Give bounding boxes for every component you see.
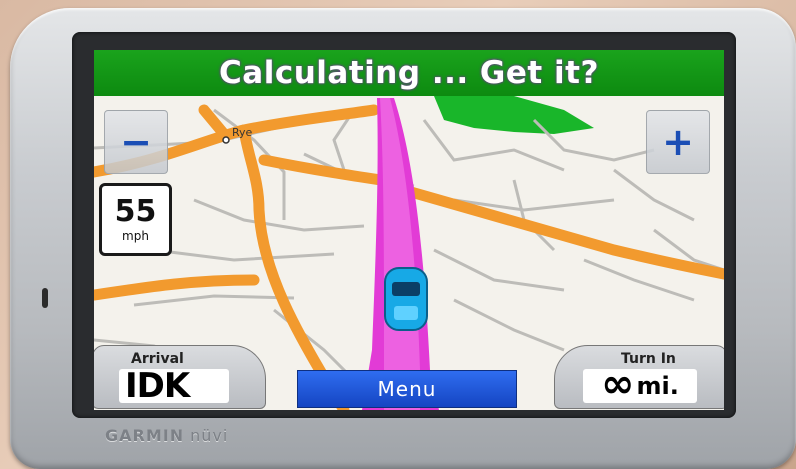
speed-limit-value: 55 bbox=[114, 193, 157, 229]
arrival-value-box: IDK bbox=[119, 366, 229, 406]
status-banner: Calculating ... Get it? bbox=[94, 50, 724, 96]
arrival-value: IDK bbox=[125, 366, 190, 406]
menu-button[interactable]: Menu bbox=[297, 370, 517, 408]
town-marker-icon bbox=[222, 136, 230, 144]
speed-limit-unit: mph bbox=[122, 228, 149, 243]
minus-icon: − bbox=[120, 120, 152, 164]
zoom-out-button[interactable]: − bbox=[104, 110, 168, 174]
device-brand: GARMIN nüvi bbox=[105, 426, 228, 445]
vehicle-car-icon bbox=[384, 267, 428, 331]
zoom-in-button[interactable]: + bbox=[646, 110, 710, 174]
turn-distance-unit: mi. bbox=[636, 372, 679, 400]
banner-text: Calculating ... Get it? bbox=[219, 55, 599, 91]
turn-distance-value: ∞ bbox=[601, 361, 635, 407]
turn-value-box: ∞ mi. bbox=[583, 364, 697, 404]
model-name: nüvi bbox=[190, 426, 229, 445]
speed-limit-sign: 55 mph bbox=[99, 183, 172, 256]
arrival-label: Arrival bbox=[131, 351, 184, 367]
gps-screen: Rye Calculating ... Get it? − + 55 mph A… bbox=[94, 50, 724, 410]
brand-name: GARMIN bbox=[105, 426, 185, 445]
town-label: Rye bbox=[232, 126, 253, 139]
arrival-panel[interactable]: Arrival IDK bbox=[94, 345, 266, 409]
turn-distance-panel[interactable]: Turn In ∞ mi. bbox=[554, 345, 724, 409]
plus-icon: + bbox=[662, 120, 694, 164]
side-power-button[interactable] bbox=[42, 288, 48, 308]
menu-label: Menu bbox=[377, 377, 437, 401]
